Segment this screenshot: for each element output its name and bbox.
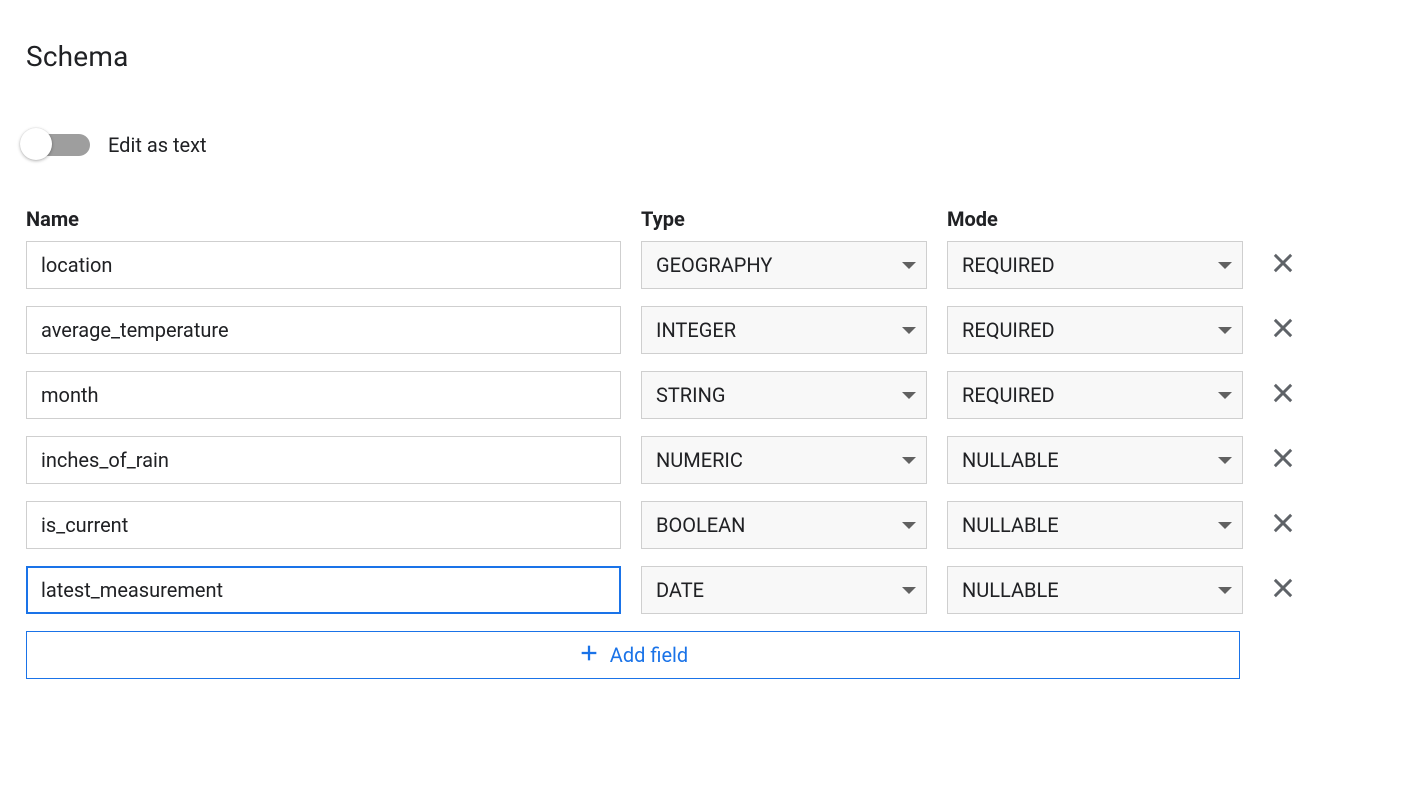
field-type-select[interactable]: INTEGER (641, 306, 927, 354)
plus-icon (578, 642, 600, 669)
chevron-down-icon (1218, 327, 1232, 334)
add-field-label: Add field (610, 643, 688, 667)
field-mode-select[interactable]: REQUIRED (947, 241, 1243, 289)
field-mode-select[interactable]: NULLABLE (947, 501, 1243, 549)
close-icon (1269, 249, 1297, 282)
field-name-input[interactable] (26, 306, 621, 354)
remove-field-button[interactable] (1263, 310, 1303, 350)
field-mode-select[interactable]: REQUIRED (947, 371, 1243, 419)
remove-field-button[interactable] (1263, 375, 1303, 415)
add-field-button[interactable]: Add field (26, 631, 1240, 679)
field-type-select[interactable]: NUMERIC (641, 436, 927, 484)
section-title: Schema (26, 40, 1384, 73)
field-mode-value: NULLABLE (962, 578, 1059, 602)
remove-field-button[interactable] (1263, 505, 1303, 545)
header-name: Name (26, 207, 621, 231)
field-mode-select[interactable]: REQUIRED (947, 306, 1243, 354)
close-icon (1269, 574, 1297, 607)
chevron-down-icon (902, 457, 916, 464)
chevron-down-icon (902, 327, 916, 334)
field-type-value: INTEGER (656, 318, 736, 342)
field-name-input[interactable] (26, 371, 621, 419)
chevron-down-icon (902, 587, 916, 594)
field-type-value: BOOLEAN (656, 513, 745, 537)
field-name-input[interactable] (26, 436, 621, 484)
close-icon (1269, 444, 1297, 477)
close-icon (1269, 379, 1297, 412)
field-mode-value: NULLABLE (962, 448, 1059, 472)
chevron-down-icon (1218, 392, 1232, 399)
close-icon (1269, 509, 1297, 542)
field-type-value: STRING (656, 383, 725, 407)
chevron-down-icon (902, 522, 916, 529)
edit-as-text-toggle[interactable] (26, 134, 90, 156)
field-type-select[interactable]: DATE (641, 566, 927, 614)
chevron-down-icon (1218, 587, 1232, 594)
close-icon (1269, 314, 1297, 347)
field-type-select[interactable]: GEOGRAPHY (641, 241, 927, 289)
field-type-value: DATE (656, 578, 704, 602)
chevron-down-icon (902, 392, 916, 399)
field-type-select[interactable]: STRING (641, 371, 927, 419)
header-mode: Mode (947, 207, 1243, 231)
field-mode-select[interactable]: NULLABLE (947, 566, 1243, 614)
chevron-down-icon (1218, 262, 1232, 269)
field-mode-select[interactable]: NULLABLE (947, 436, 1243, 484)
field-mode-value: REQUIRED (962, 318, 1055, 342)
column-headers: Name Type Mode (26, 207, 1384, 231)
schema-rows: GEOGRAPHY REQUIRED INTEGER REQUIRED STRING RE… (26, 241, 1384, 614)
field-mode-value: REQUIRED (962, 383, 1055, 407)
field-mode-value: REQUIRED (962, 253, 1055, 277)
field-type-select[interactable]: BOOLEAN (641, 501, 927, 549)
field-type-value: GEOGRAPHY (656, 253, 772, 277)
field-name-input[interactable] (26, 241, 621, 289)
field-name-input[interactable] (26, 566, 621, 614)
field-mode-value: NULLABLE (962, 513, 1059, 537)
field-type-value: NUMERIC (656, 448, 743, 472)
chevron-down-icon (1218, 457, 1232, 464)
chevron-down-icon (902, 262, 916, 269)
header-type: Type (641, 207, 927, 231)
field-name-input[interactable] (26, 501, 621, 549)
edit-as-text-label: Edit as text (108, 133, 207, 157)
edit-as-text-toggle-row: Edit as text (26, 133, 1384, 157)
remove-field-button[interactable] (1263, 570, 1303, 610)
chevron-down-icon (1218, 522, 1232, 529)
remove-field-button[interactable] (1263, 245, 1303, 285)
remove-field-button[interactable] (1263, 440, 1303, 480)
